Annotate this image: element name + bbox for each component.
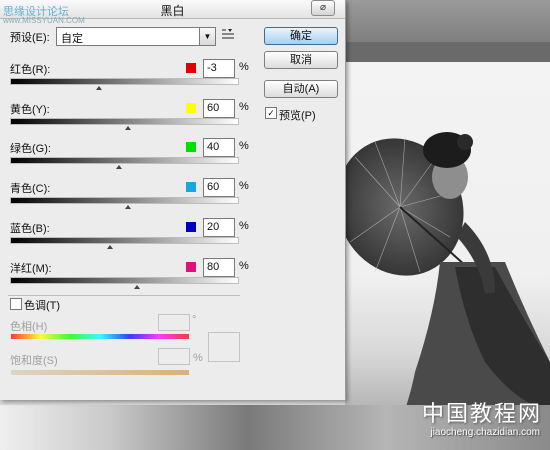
color-swatch [186,103,196,113]
slider-value-input[interactable]: 60 [203,99,235,118]
slider-track[interactable] [10,277,239,284]
woman-with-umbrella-image [345,132,550,450]
saturation-percent: % [193,352,203,364]
slider-value: 80 [207,261,220,273]
percent-sign: % [239,180,249,192]
slider-row: 红色(R): -3% [0,59,260,99]
slider-value: -3 [207,62,217,74]
slider-track[interactable] [10,237,239,244]
watermark-url: jiaocheng.chazidian.com [430,427,540,438]
slider-value: 60 [207,181,220,193]
color-swatch [186,182,196,192]
percent-sign: % [239,140,249,152]
slider-track[interactable] [10,78,239,85]
color-swatch [186,63,196,73]
slider-thumb[interactable] [124,125,133,131]
black-white-dialog: 黑白 ⌀ 预设(E): 自定 ▼ 红色(R): -3% 黄色(Y): 60% 绿色(G)… [0,0,346,400]
slider-value-input[interactable]: 60 [203,178,235,197]
preset-label: 预设(E): [10,32,50,44]
watermark-top-left-url: www.MISSYUAN.COM [3,16,85,25]
slider-row: 洋红(M): 80% [0,258,260,298]
slider-value: 20 [207,221,220,233]
slider-row: 绿色(G): 40% [0,138,260,178]
saturation-label: 饱和度(S) [10,355,58,367]
hue-input [158,314,190,331]
hue-slider [11,334,189,339]
slider-label: 青色(C): [10,183,51,195]
preview-checkbox[interactable]: ✓ [265,107,277,119]
slider-value: 60 [207,102,220,114]
close-button[interactable]: ⌀ [311,0,335,16]
slider-value-input[interactable]: -3 [203,59,235,78]
color-swatch [186,142,196,152]
ok-button[interactable]: 确定 [264,27,338,45]
slider-value-input[interactable]: 20 [203,218,235,237]
slider-row: 黄色(Y): 60% [0,99,260,139]
toning-checkbox[interactable] [10,298,22,310]
toning-label: 色调(T) [24,300,61,312]
slider-thumb[interactable] [133,284,142,290]
preset-value: 自定 [61,33,83,45]
watermark-site-name: 中国教程网 [421,402,542,427]
color-swatch [186,222,196,232]
color-swatch [186,262,196,272]
slider-thumb[interactable] [105,244,114,250]
saturation-slider [11,370,189,375]
checkmark-icon: ✓ [267,108,275,118]
slider-label: 绿色(G): [10,143,51,155]
percent-sign: % [239,260,249,272]
slider-thumb[interactable] [114,164,123,170]
chevron-down-icon[interactable]: ▼ [199,28,215,45]
workspace-ruler-strip [345,42,550,62]
slider-label: 红色(R): [10,64,51,76]
slider-label: 洋红(M): [10,263,52,275]
degree-sign: ° [192,314,197,326]
preset-dropdown[interactable]: 自定 ▼ [56,27,216,46]
cancel-button[interactable]: 取消 [264,51,338,69]
slider-thumb[interactable] [124,204,133,210]
auto-button[interactable]: 自动(A) [264,80,338,98]
toning-color-swatch [208,332,240,362]
slider-value-input[interactable]: 40 [203,138,235,157]
saturation-input [158,348,190,365]
slider-value: 40 [207,141,220,153]
percent-sign: % [239,61,249,73]
slider-row: 蓝色(B): 20% [0,218,260,258]
preset-options-icon[interactable] [221,28,237,42]
slider-track[interactable] [10,197,239,204]
close-icon: ⌀ [319,2,327,13]
slider-row: 青色(C): 60% [0,178,260,218]
workspace-top-strip [345,0,550,42]
percent-sign: % [239,220,249,232]
slider-track[interactable] [10,118,239,125]
slider-thumb[interactable] [95,85,104,91]
slider-label: 黄色(Y): [10,104,50,116]
photo-image [345,62,550,450]
preview-label: 预览(P) [279,110,316,122]
slider-label: 蓝色(B): [10,223,50,235]
slider-track[interactable] [10,157,239,164]
percent-sign: % [239,101,249,113]
slider-value-input[interactable]: 80 [203,258,235,277]
hue-label: 色相(H) [10,321,48,333]
